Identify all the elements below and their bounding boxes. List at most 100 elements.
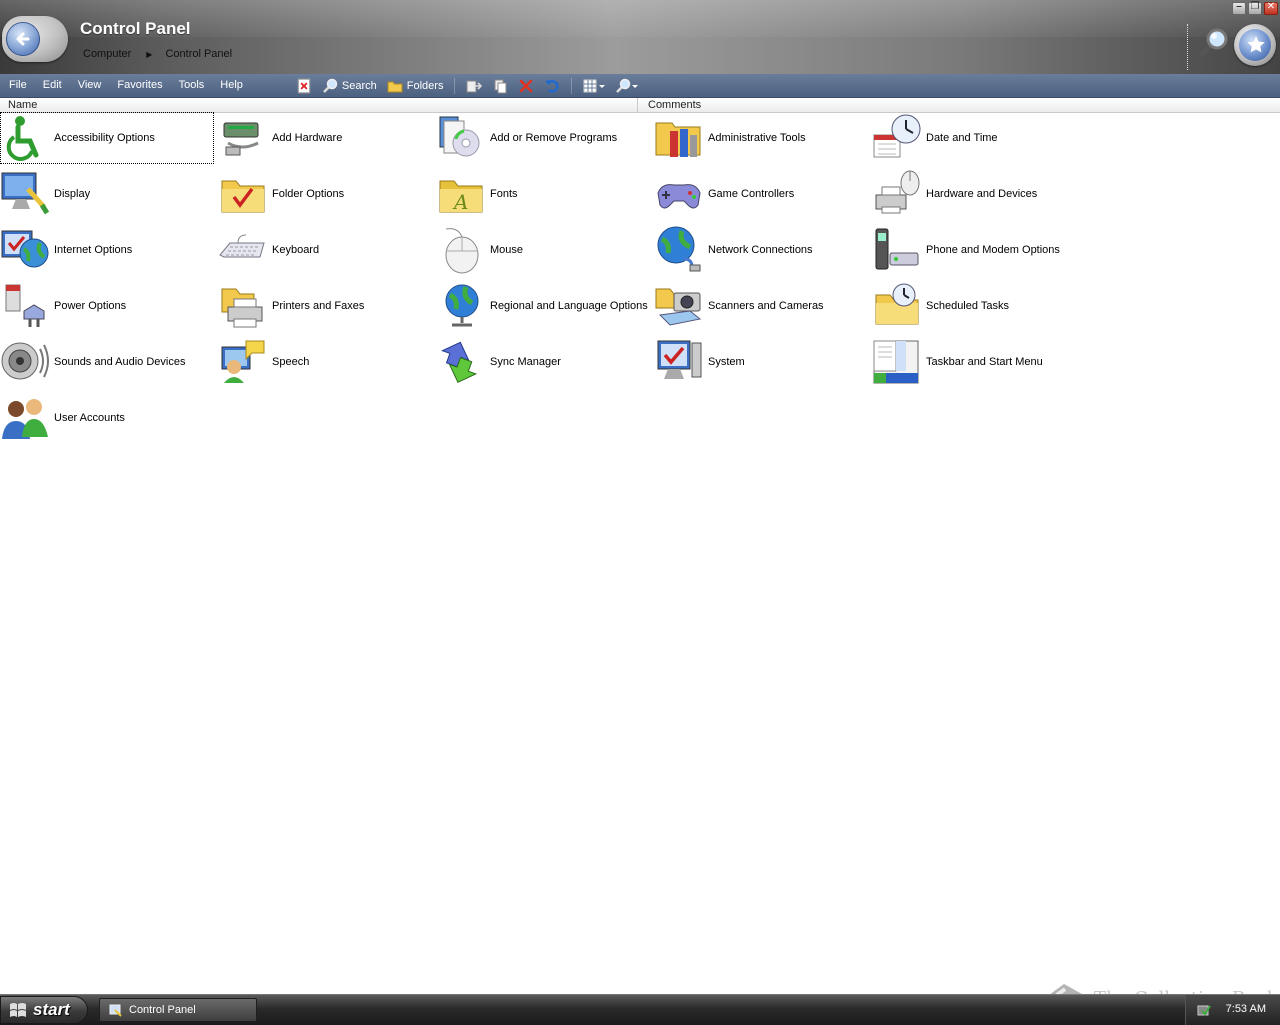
item-label: Sync Manager [490,356,561,368]
folder-icon [387,81,403,92]
breadcrumb-computer[interactable]: Computer [82,48,132,60]
taskbar: start Control Panel 7:53 AM [0,994,1280,1025]
item-add-remove-programs[interactable]: Add or Remove Programs [436,112,650,164]
item-network-connections[interactable]: Network Connections [654,224,868,276]
item-label: System [708,356,745,368]
item-regional-and-language-options[interactable]: Regional and Language Options [436,280,650,332]
item-game-controllers[interactable]: Game Controllers [654,168,868,220]
item-date-and-time[interactable]: Date and Time [872,112,1086,164]
column-name[interactable]: Name [8,99,37,111]
item-label: Scheduled Tasks [926,300,1009,312]
item-fonts[interactable]: A Fonts [436,168,650,220]
copy-to-icon [494,79,507,93]
search-options-button[interactable] [610,75,644,96]
item-label: Display [54,188,91,200]
item-add-hardware[interactable]: Add Hardware [218,112,432,164]
copy-to-button[interactable] [487,75,513,96]
delete-button[interactable] [513,75,539,96]
item-label: Taskbar and Start Menu [926,356,1043,368]
item-printers-and-faxes[interactable]: Printers and Faxes [218,280,432,332]
taskbar-button-label: Control Panel [129,1004,196,1016]
item-label: Network Connections [708,244,813,256]
column-comments[interactable]: Comments [648,99,701,111]
scheduled-tasks-icon [875,283,919,325]
item-keyboard[interactable]: Keyboard [218,224,432,276]
title-divider [1187,24,1188,70]
item-label: Date and Time [926,132,998,144]
administrative-tools-icon [655,122,701,157]
hardware-devices-icon [875,170,920,214]
item-hardware-and-devices[interactable]: Hardware and Devices [872,168,1086,220]
search-magnifier-icon[interactable] [1196,26,1230,63]
regional-language-icon [445,284,479,327]
scanners-cameras-icon [655,288,702,326]
move-to-button[interactable] [461,75,487,96]
item-label: User Accounts [54,412,125,424]
item-folder-options[interactable]: Folder Options [218,168,432,220]
item-internet-options[interactable]: Internet Options [0,224,214,276]
restore-button[interactable]: ❐ [1248,1,1262,15]
item-sounds-and-audio-devices[interactable]: Sounds and Audio Devices [0,336,214,388]
item-sync-manager[interactable]: Sync Manager [436,336,650,388]
item-label: Scanners and Cameras [708,300,824,312]
toolbar-separator [454,77,456,94]
folders-button[interactable]: Folders [382,75,449,96]
search-button-label: Search [341,79,377,92]
toolbar-separator [571,77,573,94]
undo-icon [545,79,560,93]
sync-manager-icon [441,341,478,383]
search-button[interactable]: Search [317,75,382,96]
item-accessibility-options[interactable]: Accessibility Options [0,112,214,164]
minimize-button[interactable]: – [1232,1,1246,15]
menu-tools[interactable]: Tools [171,74,213,97]
menu-favorites[interactable]: Favorites [109,74,170,97]
menu-view[interactable]: View [70,74,110,97]
power-options-icon [5,284,45,327]
item-scanners-and-cameras[interactable]: Scanners and Cameras [654,280,868,332]
menu-toolbar: File Edit View Favorites Tools Help Sear… [0,74,1280,98]
clock[interactable]: 7:53 AM [1226,1003,1266,1015]
menu-edit[interactable]: Edit [35,74,70,97]
item-label: Add Hardware [272,132,343,144]
column-divider[interactable] [637,98,638,112]
stop-button[interactable] [291,75,317,96]
system-tray: 7:53 AM [1185,995,1280,1025]
svg-text:A: A [452,190,468,214]
game-controllers-icon [657,184,701,209]
item-administrative-tools[interactable]: Administrative Tools [654,112,868,164]
item-taskbar-and-start-menu[interactable]: Taskbar and Start Menu [872,336,1086,388]
item-label: Folder Options [272,188,345,200]
taskbar-control-panel-button[interactable]: Control Panel [99,998,257,1022]
breadcrumb-control-panel[interactable]: Control Panel [164,48,233,60]
item-speech[interactable]: Speech [218,336,432,388]
start-button[interactable]: start [0,996,88,1024]
item-mouse[interactable]: Mouse [436,224,650,276]
item-label: Power Options [54,300,127,312]
item-label: Speech [272,356,310,368]
item-label: Sounds and Audio Devices [54,356,186,368]
back-button[interactable] [2,16,68,62]
item-label: Fonts [490,188,518,200]
menu-file[interactable]: File [0,74,35,97]
breadcrumb: Computer ▶ Control Panel [82,48,233,60]
item-system[interactable]: System [654,336,868,388]
mouse-icon [445,228,479,274]
item-phone-and-modem-options[interactable]: Phone and Modem Options [872,224,1086,276]
window-title: Control Panel [80,19,191,38]
breadcrumb-separator-icon[interactable]: ▶ [146,50,152,59]
control-panel-icon [109,1004,122,1017]
menu-help[interactable]: Help [212,74,251,97]
undo-button[interactable] [539,75,565,96]
tray-safely-remove-icon[interactable] [1196,1002,1212,1018]
item-label: Mouse [490,244,524,256]
date-time-icon [873,114,921,158]
views-button[interactable] [578,75,610,96]
item-label: Keyboard [272,244,320,256]
item-user-accounts[interactable]: User Accounts [0,392,214,444]
item-power-options[interactable]: Power Options [0,280,214,332]
favorites-star-button[interactable] [1234,24,1276,66]
item-scheduled-tasks[interactable]: Scheduled Tasks [872,280,1086,332]
item-display[interactable]: Display [0,168,214,220]
item-label: Accessibility Options [54,132,155,144]
close-button[interactable]: ✕ [1264,1,1278,15]
